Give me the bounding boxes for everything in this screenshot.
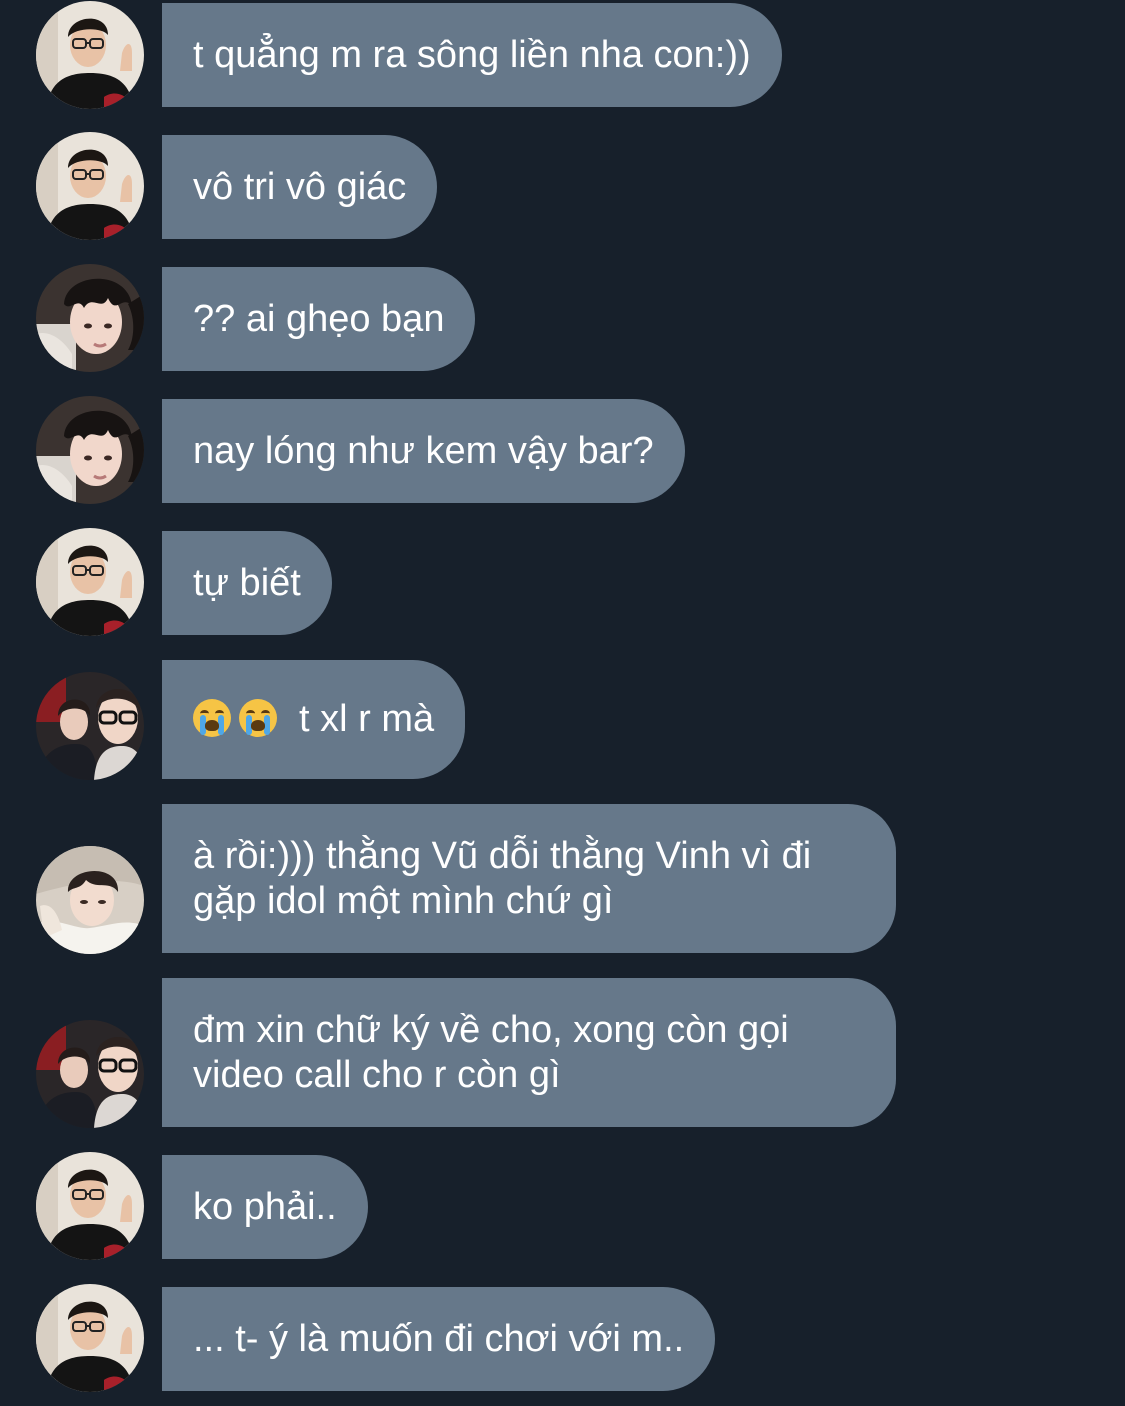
avatar[interactable] [36, 1, 144, 109]
message-text-content: t xl r mà [299, 698, 435, 740]
message-text: đm xin chữ ký về cho, xong còn gọi video… [193, 1008, 789, 1096]
guy-glasses-avatar-icon [36, 1284, 144, 1392]
message-bubble[interactable]: đm xin chữ ký về cho, xong còn gọi video… [162, 978, 896, 1127]
message-bubble[interactable]: tự biết [162, 531, 332, 635]
avatar[interactable] [36, 132, 144, 240]
message-bubble[interactable]: t xl r mà [162, 660, 466, 779]
message-bubble[interactable]: ... t- ý là muốn đi chơi với m.. [162, 1287, 716, 1391]
pillow-avatar-icon [36, 846, 144, 954]
message-text: t xl r mà [193, 697, 434, 742]
wet-hair-avatar-icon [36, 396, 144, 504]
avatar[interactable] [36, 396, 144, 504]
message-bubble[interactable]: ko phải.. [162, 1155, 368, 1259]
message-text: tự biết [193, 561, 301, 604]
guy-glasses-avatar-icon [36, 1152, 144, 1260]
message-text: nay lóng như kem vậy bar? [193, 429, 654, 472]
guy-glasses-avatar-icon [36, 1, 144, 109]
message-text: à rồi:))) thằng Vũ dỗi thằng Vinh vì đi … [193, 834, 812, 922]
message-text: ... t- ý là muốn đi chơi với m.. [193, 1317, 685, 1360]
message-text: t quẳng m ra sông liền nha con:)) [193, 33, 751, 76]
avatar[interactable] [36, 1152, 144, 1260]
message-bubble[interactable]: t quẳng m ra sông liền nha con:)) [162, 3, 782, 107]
avatar[interactable] [36, 1284, 144, 1392]
duo-selfie-avatar-icon [36, 1020, 144, 1128]
avatar[interactable] [36, 264, 144, 372]
message-text: ko phải.. [193, 1185, 337, 1228]
guy-glasses-avatar-icon [36, 528, 144, 636]
avatar[interactable] [36, 528, 144, 636]
loudly-crying-face-icon [239, 699, 277, 737]
loudly-crying-face-icon [193, 699, 231, 737]
avatar[interactable] [36, 846, 144, 954]
message-bubble[interactable]: nay lóng như kem vậy bar? [162, 399, 685, 503]
wet-hair-avatar-icon [36, 264, 144, 372]
message-bubble[interactable]: ?? ai ghẹo bạn [162, 267, 476, 371]
duo-selfie-avatar-icon [36, 672, 144, 780]
guy-glasses-avatar-icon [36, 132, 144, 240]
avatar[interactable] [36, 672, 144, 780]
message-text: ?? ai ghẹo bạn [193, 297, 445, 340]
message-bubble[interactable]: vô tri vô giác [162, 135, 438, 239]
message-bubble[interactable]: à rồi:))) thằng Vũ dỗi thằng Vinh vì đi … [162, 804, 896, 953]
message-text: vô tri vô giác [193, 165, 407, 208]
avatar[interactable] [36, 1020, 144, 1128]
